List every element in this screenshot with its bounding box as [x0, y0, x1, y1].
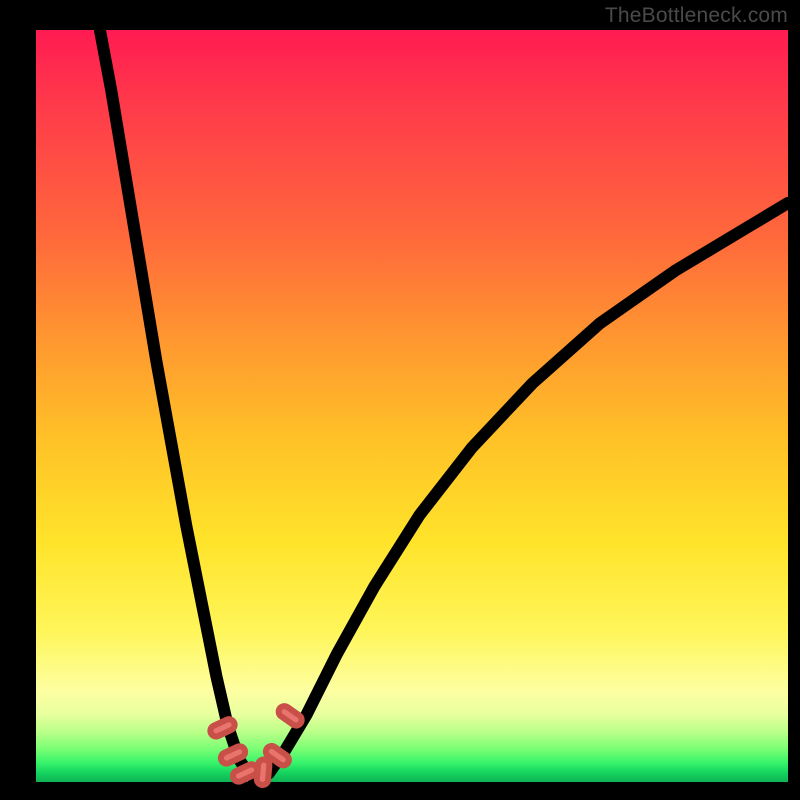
curve-layer: [36, 30, 788, 782]
watermark-text: TheBottleneck.com: [605, 4, 788, 28]
trough-marker: [256, 759, 269, 785]
curve-right-branch: [260, 203, 788, 781]
chart-frame: TheBottleneck.com: [0, 0, 800, 800]
trough-marker: [276, 704, 303, 728]
plot-area: [36, 30, 788, 782]
curve-left-branch: [100, 30, 256, 780]
